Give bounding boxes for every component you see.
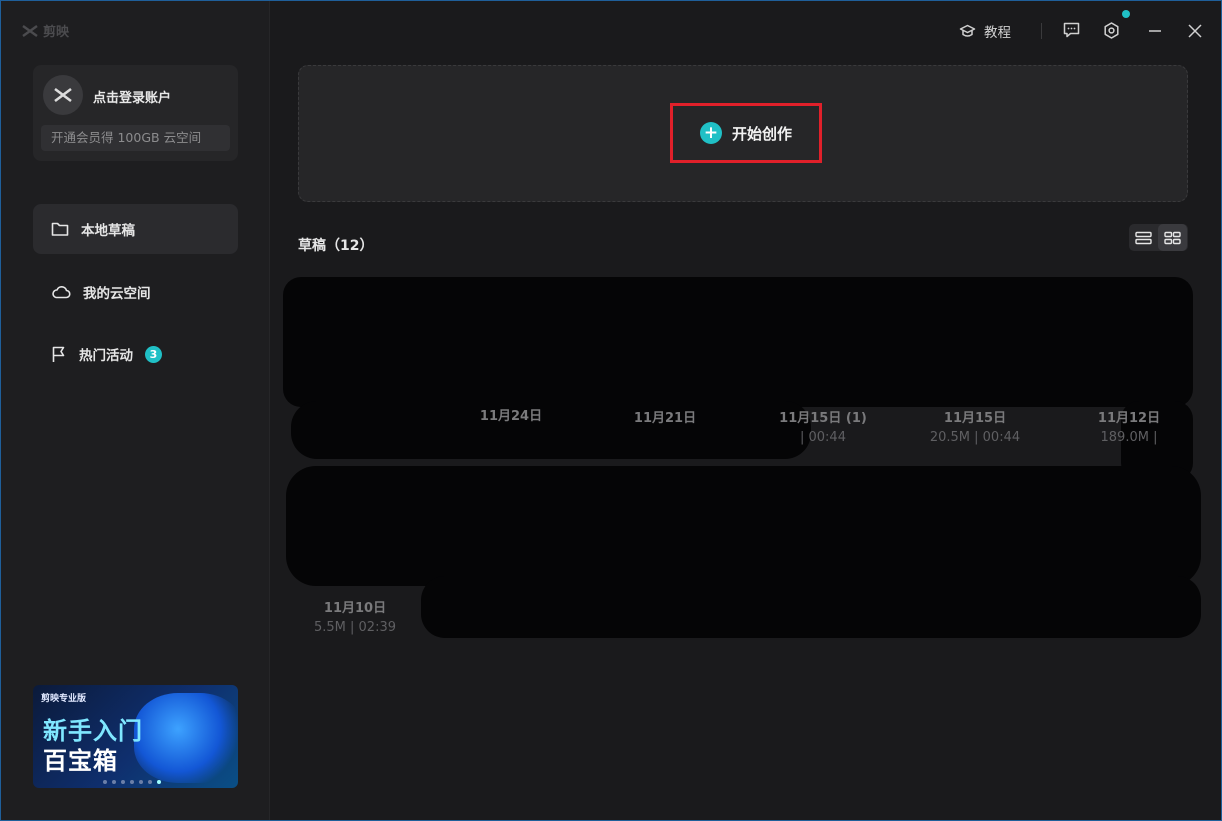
carousel-dot[interactable]: [139, 780, 143, 784]
app-logo-text: 剪映: [43, 25, 70, 40]
draft-card-6[interactable]: 11月10日 5.5M | 02:39: [295, 597, 415, 635]
close-button[interactable]: [1187, 23, 1203, 39]
flag-icon: [52, 346, 65, 362]
sidebar: 剪映 点击登录账户 开通会员得 100GB 云空间 本地草稿 我的云空间 热门活…: [1, 1, 270, 820]
carousel-dot[interactable]: [103, 780, 107, 784]
close-icon: [1188, 24, 1202, 38]
sidebar-item-local-drafts[interactable]: 本地草稿: [33, 204, 238, 254]
topbar-divider: [1041, 23, 1042, 39]
capcut-logo-icon: [54, 87, 72, 103]
app-window: 剪映 点击登录账户 开通会员得 100GB 云空间 本地草稿 我的云空间 热门活…: [0, 0, 1222, 821]
folder-icon: [51, 222, 69, 236]
settings-button[interactable]: [1103, 22, 1120, 39]
plus-icon: +: [699, 122, 722, 144]
feedback-button[interactable]: [1063, 22, 1080, 38]
carousel-dot[interactable]: [148, 780, 152, 784]
draft-card-2[interactable]: 11月21日: [605, 407, 725, 430]
login-link[interactable]: 点击登录账户: [93, 87, 171, 106]
carousel-dots[interactable]: [103, 780, 161, 784]
minimize-button[interactable]: [1147, 22, 1163, 38]
drafts-section-title: 草稿（12）: [298, 238, 374, 254]
sidebar-item-label: 本地草稿: [81, 223, 135, 239]
draft-date: 11月12日: [1097, 411, 1161, 426]
grid-view-button[interactable]: [1158, 224, 1187, 251]
grid-view-icon: [1164, 231, 1181, 244]
draft-date: 11月21日: [633, 411, 697, 426]
list-view-button[interactable]: [1129, 224, 1158, 251]
carousel-dot-active[interactable]: [157, 780, 161, 784]
sidebar-item-cloud-space[interactable]: 我的云空间: [33, 267, 238, 317]
start-creation-button[interactable]: + 开始创作: [670, 103, 822, 163]
draft-info: | 00:44: [800, 430, 846, 445]
redacted-area: [421, 576, 1201, 638]
draft-info: 189.0M |: [1100, 430, 1158, 445]
gear-icon: [1104, 22, 1119, 39]
sidebar-item-label: 我的云空间: [83, 286, 151, 302]
promo-banner[interactable]: 剪映专业版 新手入门 百宝箱: [33, 685, 238, 788]
carousel-dot[interactable]: [130, 780, 134, 784]
account-card[interactable]: 点击登录账户 开通会员得 100GB 云空间: [33, 65, 238, 161]
carousel-dot[interactable]: [121, 780, 125, 784]
tutorial-label: 教程: [984, 25, 1011, 41]
start-creation-label: 开始创作: [731, 124, 792, 143]
minimize-icon: [1149, 30, 1161, 32]
avatar[interactable]: [43, 75, 83, 115]
promo-brand: 剪映专业版: [41, 694, 87, 704]
tutorial-button[interactable]: 教程: [959, 21, 1011, 41]
cloud-icon: [52, 286, 71, 299]
notification-badge: 3: [145, 345, 162, 363]
draft-card-3[interactable]: 11月15日 (1) | 00:44: [763, 407, 883, 445]
sidebar-item-hot-events[interactable]: 热门活动 3: [33, 329, 238, 379]
draft-date: 11月10日: [323, 601, 387, 616]
promo-graphic: [134, 693, 238, 783]
draft-info: 5.5M | 02:39: [314, 620, 396, 635]
draft-info: 20.5M | 00:44: [929, 430, 1021, 445]
promo-subtitle: 百宝箱: [43, 747, 118, 775]
vip-promo-button[interactable]: 开通会员得 100GB 云空间: [41, 125, 230, 151]
feedback-icon: [1063, 22, 1080, 38]
draft-card-4[interactable]: 11月15日 20.5M | 00:44: [915, 407, 1035, 445]
draft-date: 11月15日 (1): [779, 411, 867, 426]
sidebar-item-label: 热门活动: [79, 348, 133, 364]
draft-date: 11月15日: [943, 411, 1007, 426]
app-logo: 剪映: [21, 21, 69, 40]
redacted-area: [283, 277, 1193, 407]
draft-date: 11月24日: [479, 409, 543, 424]
draft-card-1[interactable]: 11月24日: [451, 405, 571, 428]
list-view-icon: [1135, 231, 1152, 244]
redacted-area: [286, 466, 1201, 586]
carousel-dot[interactable]: [112, 780, 116, 784]
capcut-logo-icon: [22, 24, 38, 37]
update-notice-dot: [1122, 10, 1130, 18]
view-mode-toggle[interactable]: [1129, 224, 1188, 251]
graduation-cap-icon: [959, 24, 976, 37]
draft-card-5[interactable]: 11月12日 189.0M |: [1069, 407, 1189, 445]
